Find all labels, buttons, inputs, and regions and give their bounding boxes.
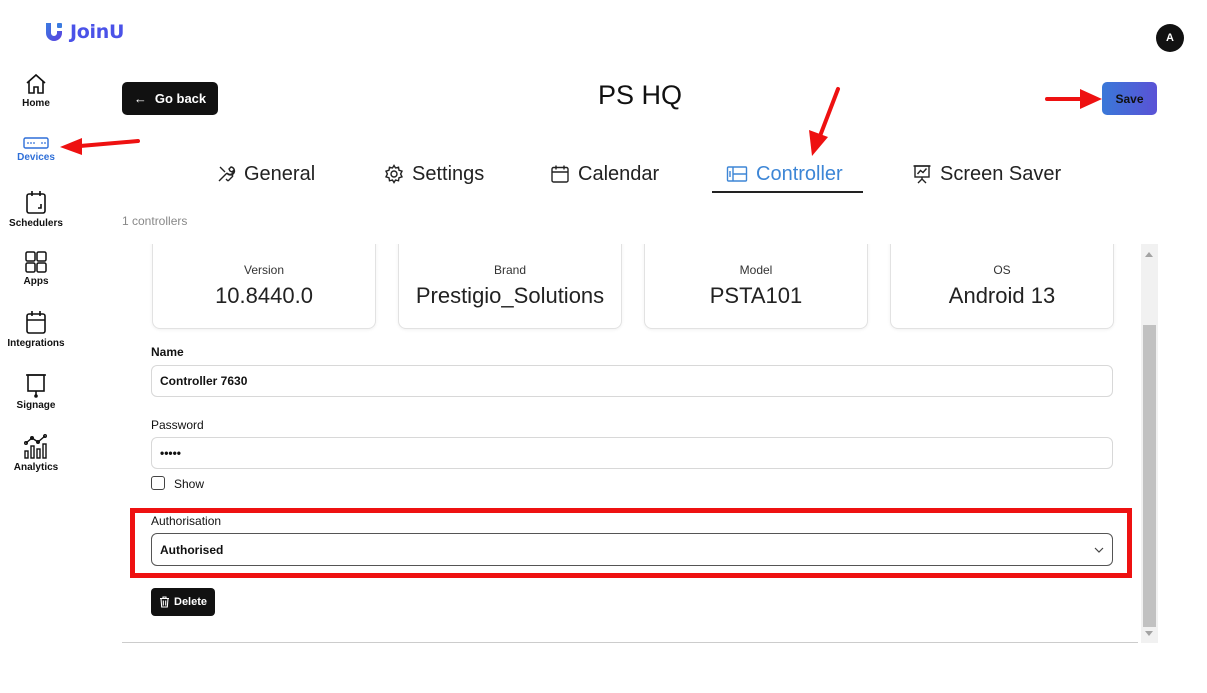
tab-settings[interactable]: Settings [384, 158, 484, 190]
annotation-arrow-save [1045, 89, 1102, 109]
integrations-icon [26, 311, 46, 334]
info-value: PSTA101 [709, 283, 803, 308]
signage-icon [26, 374, 46, 398]
app-name: JoinU [70, 21, 125, 43]
device-icon [23, 137, 49, 149]
info-card-model: Model PSTA101 [644, 244, 868, 329]
name-input[interactable]: Controller 7630 [151, 365, 1113, 397]
panel-divider [122, 642, 1138, 643]
info-label: Model [739, 263, 773, 277]
sidebar-item-schedulers[interactable]: Schedulers [0, 190, 72, 229]
tab-label: Screen Saver [940, 162, 1062, 185]
sidebar-item-label: Home [22, 98, 50, 109]
sidebar-item-analytics[interactable]: Analytics [0, 434, 72, 473]
tab-label: Settings [412, 162, 485, 185]
scrollbar-thumb[interactable] [1143, 325, 1156, 627]
trash-icon [160, 596, 169, 608]
tab-screen-saver[interactable]: Screen Saver [912, 158, 1061, 190]
gear-icon [385, 164, 403, 184]
page-title: PS HQ [597, 80, 683, 110]
screensaver-icon [913, 165, 931, 184]
annotation-arrow-controller [809, 87, 840, 156]
scheduler-icon [26, 191, 46, 214]
sidebar-item-home[interactable]: Home [0, 72, 72, 109]
sidebar-item-label: Analytics [13, 462, 59, 473]
controller-icon [726, 166, 748, 182]
password-label: Password [151, 418, 204, 432]
info-card-version: Version 10.8440.0 [152, 244, 376, 329]
delete-label: Delete [174, 596, 208, 608]
user-avatar[interactable]: A [1156, 24, 1184, 52]
active-tab-underline [712, 191, 863, 193]
arrow-left-icon: ← [133, 91, 147, 106]
info-card-brand: Brand Prestigio_Solutions [398, 244, 622, 329]
info-value: 10.8440.0 [215, 283, 313, 308]
scroll-down-arrow[interactable] [1145, 631, 1153, 636]
sidebar-item-signage[interactable]: Signage [0, 372, 72, 411]
tools-icon [218, 166, 236, 182]
sidebar-item-apps[interactable]: Apps [0, 250, 72, 287]
sidebar-item-label: Devices [17, 152, 55, 163]
password-input[interactable]: ••••• [151, 437, 1113, 469]
name-label: Name [151, 345, 184, 359]
sidebar-item-label: Integrations [7, 338, 65, 349]
tab-label: Calendar [578, 162, 660, 185]
tab-calendar[interactable]: Calendar [550, 158, 659, 190]
joinu-logo-icon [46, 23, 62, 41]
info-label: Brand [493, 263, 527, 277]
sidebar-item-label: Signage [16, 400, 56, 411]
tab-label: Controller [756, 162, 843, 185]
tab-general[interactable]: General [216, 158, 315, 190]
info-card-os: OS Android 13 [890, 244, 1114, 329]
app-root: JoinU A Home Devices Schedulers Apps Int… [0, 0, 1207, 693]
go-back-label: Go back [154, 91, 207, 106]
home-icon [26, 73, 46, 94]
delete-button[interactable]: Delete [151, 588, 216, 616]
info-label: OS [993, 263, 1011, 277]
go-back-button[interactable]: ← Go back [122, 82, 218, 115]
sidebar-item-integrations[interactable]: Integrations [0, 310, 72, 349]
annotation-arrow-devices [60, 138, 140, 155]
app-logo: JoinU [44, 21, 124, 43]
tab-controller[interactable]: Controller [726, 158, 843, 190]
sidebar-item-label: Schedulers [9, 218, 63, 229]
tab-label: General [244, 162, 316, 185]
show-password-checkbox[interactable] [151, 476, 165, 490]
controllers-count: 1 controllers [122, 214, 188, 228]
calendar-icon [551, 165, 569, 183]
info-label: Version [243, 263, 285, 277]
authorisation-highlight-box [130, 508, 1132, 578]
scroll-up-arrow[interactable] [1145, 252, 1153, 257]
apps-icon [25, 251, 47, 273]
analytics-icon [24, 434, 48, 459]
controller-panel: Version 10.8440.0 Brand Prestigio_Soluti… [122, 244, 1158, 643]
info-value: Prestigio_Solutions [415, 283, 605, 308]
info-value: Android 13 [948, 283, 1056, 308]
show-password-label: Show [174, 477, 205, 491]
sidebar-item-label: Apps [23, 276, 49, 287]
save-button[interactable]: Save [1102, 82, 1157, 115]
